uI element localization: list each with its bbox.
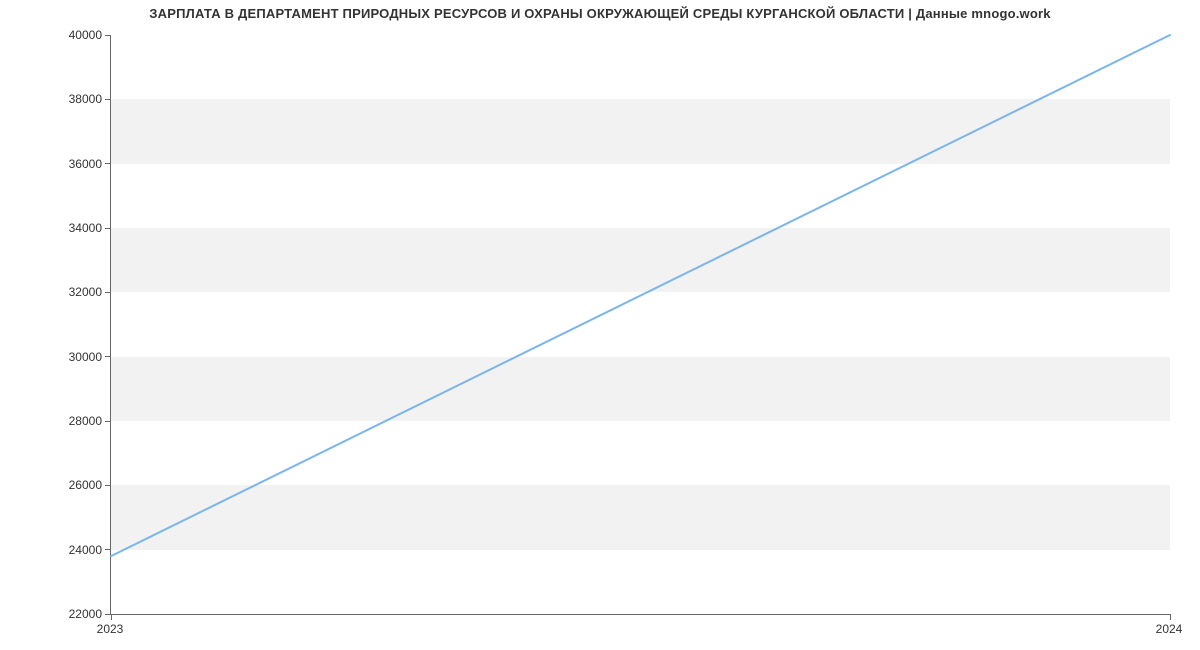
y-tick-label: 22000 (42, 607, 102, 621)
y-tick (105, 485, 111, 486)
y-tick (105, 99, 111, 100)
y-tick (105, 163, 111, 164)
y-tick-label: 34000 (42, 221, 102, 235)
y-tick-label: 36000 (42, 157, 102, 171)
x-tick-label: 2024 (1156, 622, 1183, 636)
chart-title: ЗАРПЛАТА В ДЕПАРТАМЕНТ ПРИРОДНЫХ РЕСУРСО… (0, 6, 1200, 21)
x-tick (1170, 614, 1171, 620)
y-tick-label: 38000 (42, 92, 102, 106)
y-tick-label: 24000 (42, 543, 102, 557)
plot-area (110, 35, 1170, 615)
line-chart: ЗАРПЛАТА В ДЕПАРТАМЕНТ ПРИРОДНЫХ РЕСУРСО… (0, 0, 1200, 650)
y-tick-label: 32000 (42, 285, 102, 299)
y-tick-label: 30000 (42, 350, 102, 364)
x-tick (111, 614, 112, 620)
line-layer (111, 35, 1170, 614)
series-line (111, 35, 1170, 556)
y-tick (105, 356, 111, 357)
y-tick (105, 549, 111, 550)
y-tick (105, 35, 111, 36)
y-tick (105, 421, 111, 422)
y-tick-label: 28000 (42, 414, 102, 428)
y-tick (105, 228, 111, 229)
y-tick-label: 40000 (42, 28, 102, 42)
y-tick-label: 26000 (42, 478, 102, 492)
y-tick (105, 292, 111, 293)
x-tick-label: 2023 (97, 622, 124, 636)
